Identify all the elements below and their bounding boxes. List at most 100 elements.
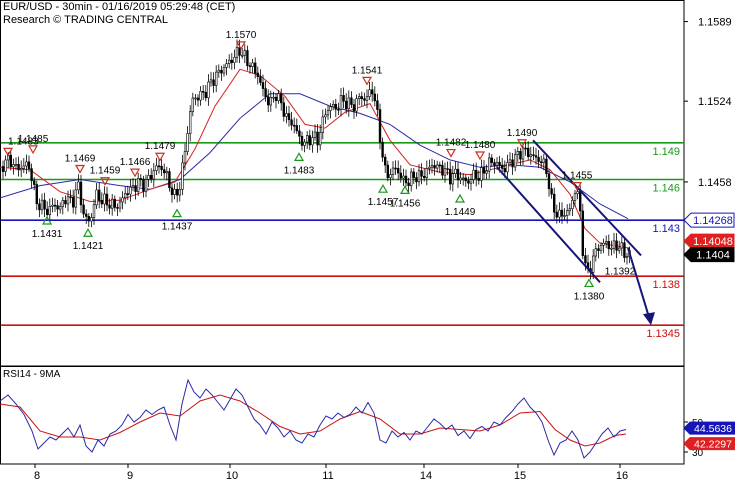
candle-body: [461, 177, 465, 180]
candle-body: [607, 241, 611, 250]
candle-body: [191, 97, 194, 112]
candle-body: [373, 93, 376, 102]
candle-body: [155, 165, 158, 171]
candle-body: [571, 200, 574, 210]
candle-body: [417, 170, 421, 183]
pivot-low-marker-13: [82, 228, 94, 237]
candle-body: [282, 102, 285, 117]
candle-body: [490, 157, 493, 163]
candle-body: [40, 199, 44, 211]
candle-body: [139, 178, 142, 180]
level-label-3: 1.138: [652, 279, 680, 291]
candle-body: [108, 204, 111, 209]
candle-body: [378, 109, 382, 143]
candle-body: [555, 211, 559, 218]
candle-body: [27, 161, 31, 169]
candle-body: [350, 97, 353, 105]
candle-body: [347, 97, 350, 110]
candle-body: [456, 168, 460, 181]
candle-body: [98, 189, 101, 201]
candle-body: [152, 170, 155, 180]
pivot-label-18: 1.1449: [445, 207, 476, 218]
candle-body: [578, 191, 582, 212]
x-tick-label-5: 15: [514, 470, 526, 480]
candle-body: [43, 199, 46, 210]
candle-body: [337, 109, 340, 111]
pivot-low-marker-17: [399, 185, 411, 194]
candle-body: [513, 154, 517, 168]
level-label-1: 1.146: [652, 183, 680, 195]
pivot-label-3: 1.1459: [90, 166, 121, 177]
candle-body: [539, 161, 543, 164]
candle-body: [287, 113, 291, 121]
candle-body: [524, 147, 527, 150]
candle-body: [519, 151, 522, 160]
candle-body: [266, 96, 270, 106]
candle-body: [415, 177, 418, 183]
pivot-label-13: 1.1421: [73, 241, 104, 252]
candle-body: [316, 131, 319, 146]
price-tag-label-0: 1.14268: [693, 215, 733, 227]
candle-body: [482, 167, 486, 174]
candle-body: [290, 119, 293, 126]
candle-body: [264, 88, 267, 98]
pivot-low-marker-14: [171, 208, 183, 218]
x-tick-label-6: 16: [616, 470, 628, 480]
candle-body: [105, 193, 109, 206]
candle-body: [147, 175, 150, 180]
pivot-label-4: 1.1466: [120, 157, 151, 168]
candle-body: [568, 208, 572, 212]
candle-body: [160, 165, 163, 170]
candle-body: [129, 186, 132, 195]
candle-body: [615, 240, 618, 251]
candle-body: [157, 165, 161, 168]
candle-body: [74, 189, 78, 208]
candle-body: [602, 242, 605, 246]
candle-body: [212, 79, 215, 86]
pivot-label-2: 1.1469: [65, 153, 96, 164]
candle-body: [186, 133, 189, 152]
candle-body: [150, 175, 153, 180]
candle-body: [165, 171, 168, 174]
candle-body: [285, 113, 288, 117]
candle-body: [565, 210, 569, 216]
candle-body: [487, 157, 491, 172]
price-tag-label-1: 1.14048: [693, 236, 733, 248]
candle-body: [134, 185, 137, 192]
candle-body: [526, 147, 530, 157]
candle-body: [383, 156, 387, 166]
candle-body: [552, 193, 556, 213]
candle-body: [503, 168, 506, 173]
candle-body: [446, 168, 449, 170]
candle-body: [303, 141, 306, 146]
candle-body: [443, 168, 447, 176]
candle-body: [511, 159, 514, 168]
pivot-label-12: 1.1431: [32, 229, 63, 240]
candle-body: [77, 181, 80, 191]
pivot-label-8: 1.1482: [436, 138, 467, 149]
candle-body: [196, 97, 200, 101]
candle-body: [329, 106, 332, 111]
candle-body: [168, 171, 171, 189]
pivot-low-marker-18: [454, 193, 466, 203]
candle-body: [56, 205, 59, 210]
candle-body: [610, 247, 613, 250]
candle-body: [469, 179, 473, 184]
candle-body: [254, 62, 257, 74]
candle-body: [599, 244, 603, 251]
candle-body: [441, 164, 444, 176]
candle-body: [612, 240, 616, 249]
candle-body: [113, 198, 117, 208]
candle-body: [1, 166, 5, 172]
candle-body: [51, 204, 54, 207]
candle-body: [324, 114, 327, 118]
candle-body: [331, 103, 335, 108]
candle-body: [537, 156, 540, 163]
chart-subtitle: Research © TRADING CENTRAL: [3, 14, 168, 26]
candle-body: [506, 162, 509, 173]
candle-body: [85, 213, 88, 217]
candle-body: [433, 165, 436, 169]
candle-body: [532, 154, 535, 156]
candle-body: [222, 67, 226, 74]
candle-body: [269, 96, 272, 106]
